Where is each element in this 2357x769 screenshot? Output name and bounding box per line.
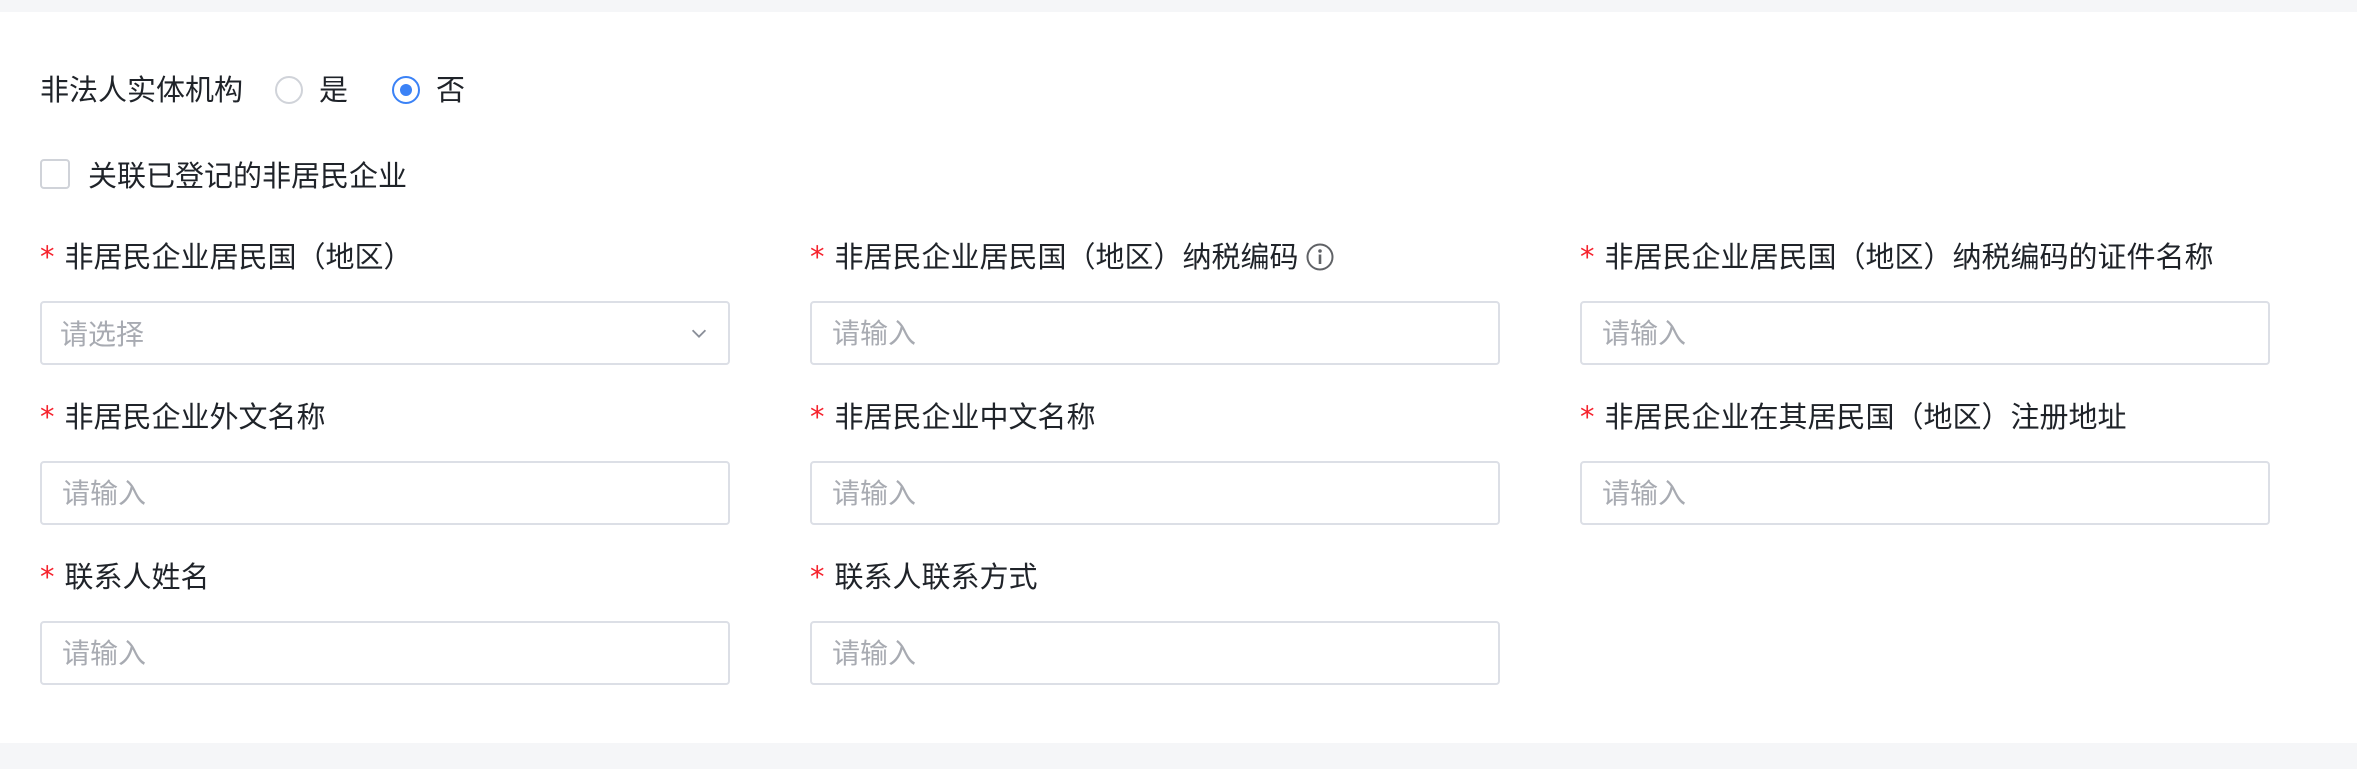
tax-code-input[interactable] (830, 315, 1480, 351)
field-country: * 非居民企业居民国（地区） 请选择 (40, 237, 730, 365)
field-country-label-text: 非居民企业居民国（地区） (64, 240, 413, 274)
radio-yes-circle[interactable] (275, 76, 304, 104)
field-tax-code-cert-label-text: 非居民企业居民国（地区）纳税编码的证件名称 (1604, 240, 2214, 274)
contact-method-input-box[interactable] (810, 621, 1500, 685)
field-chinese-name: * 非居民企业中文名称 (810, 397, 1500, 525)
required-mark: * (810, 560, 825, 594)
field-foreign-name-label-text: 非居民企业外文名称 (64, 400, 326, 434)
entity-type-label: 非法人实体机构 (40, 73, 244, 107)
radio-no-label[interactable]: 否 (436, 68, 465, 112)
country-select-placeholder: 请选择 (60, 318, 145, 351)
field-tax-code-label: * 非居民企业居民国（地区）纳税编码 (810, 237, 1500, 277)
chinese-name-input[interactable] (830, 475, 1480, 511)
required-mark: * (1580, 240, 1595, 274)
field-contact-method-label: * 联系人联系方式 (810, 557, 1500, 597)
chevron-down-icon[interactable] (688, 322, 710, 344)
contact-name-input[interactable] (60, 635, 710, 671)
field-tax-code: * 非居民企业居民国（地区）纳税编码 (810, 237, 1500, 365)
required-mark: * (40, 560, 55, 594)
radio-option-yes[interactable]: 是 (275, 68, 348, 112)
info-icon[interactable] (1305, 242, 1335, 272)
field-tax-code-label-text: 非居民企业居民国（地区）纳税编码 (834, 240, 1299, 274)
field-contact-name: * 联系人姓名 (40, 557, 730, 685)
link-registered-checkbox-row[interactable]: 关联已登记的非居民企业 (40, 152, 407, 196)
required-mark: * (40, 240, 55, 274)
field-contact-name-label-text: 联系人姓名 (64, 560, 210, 594)
field-foreign-name: * 非居民企业外文名称 (40, 397, 730, 525)
reg-address-input-box[interactable] (1580, 461, 2270, 525)
link-registered-checkbox[interactable] (40, 159, 70, 189)
field-chinese-name-label-text: 非居民企业中文名称 (834, 400, 1096, 434)
field-chinese-name-label: * 非居民企业中文名称 (810, 397, 1500, 437)
field-tax-code-cert-label: * 非居民企业居民国（地区）纳税编码的证件名称 (1580, 237, 2270, 277)
required-mark: * (810, 240, 825, 274)
foreign-name-input[interactable] (60, 475, 710, 511)
field-foreign-name-label: * 非居民企业外文名称 (40, 397, 730, 437)
required-mark: * (810, 400, 825, 434)
country-select[interactable]: 请选择 (40, 301, 730, 365)
radio-yes-label[interactable]: 是 (319, 68, 348, 112)
field-reg-address-label: * 非居民企业在其居民国（地区）注册地址 (1580, 397, 2270, 437)
field-reg-address: * 非居民企业在其居民国（地区）注册地址 (1580, 397, 2270, 525)
field-country-label: * 非居民企业居民国（地区） (40, 237, 730, 277)
tax-code-cert-input-box[interactable] (1580, 301, 2270, 365)
radio-option-no[interactable]: 否 (392, 68, 465, 112)
tax-code-input-box[interactable] (810, 301, 1500, 365)
foreign-name-input-box[interactable] (40, 461, 730, 525)
required-mark: * (40, 400, 55, 434)
reg-address-input[interactable] (1600, 475, 2250, 511)
entity-type-radio-group: 非法人实体机构 是 否 (40, 68, 509, 112)
field-reg-address-label-text: 非居民企业在其居民国（地区）注册地址 (1604, 400, 2127, 434)
form-card: 非法人实体机构 是 否 关联已登记的非居民企业 * 非居民企业居民国（地区） 请… (0, 12, 2357, 743)
field-contact-name-label: * 联系人姓名 (40, 557, 730, 597)
contact-name-input-box[interactable] (40, 621, 730, 685)
required-mark: * (1580, 400, 1595, 434)
field-tax-code-cert: * 非居民企业居民国（地区）纳税编码的证件名称 (1580, 237, 2270, 365)
radio-no-circle[interactable] (392, 76, 421, 104)
field-contact-method-label-text: 联系人联系方式 (834, 560, 1038, 594)
contact-method-input[interactable] (830, 635, 1480, 671)
tax-code-cert-input[interactable] (1600, 315, 2250, 351)
field-contact-method: * 联系人联系方式 (810, 557, 1500, 685)
link-registered-label[interactable]: 关联已登记的非居民企业 (88, 153, 407, 195)
chinese-name-input-box[interactable] (810, 461, 1500, 525)
